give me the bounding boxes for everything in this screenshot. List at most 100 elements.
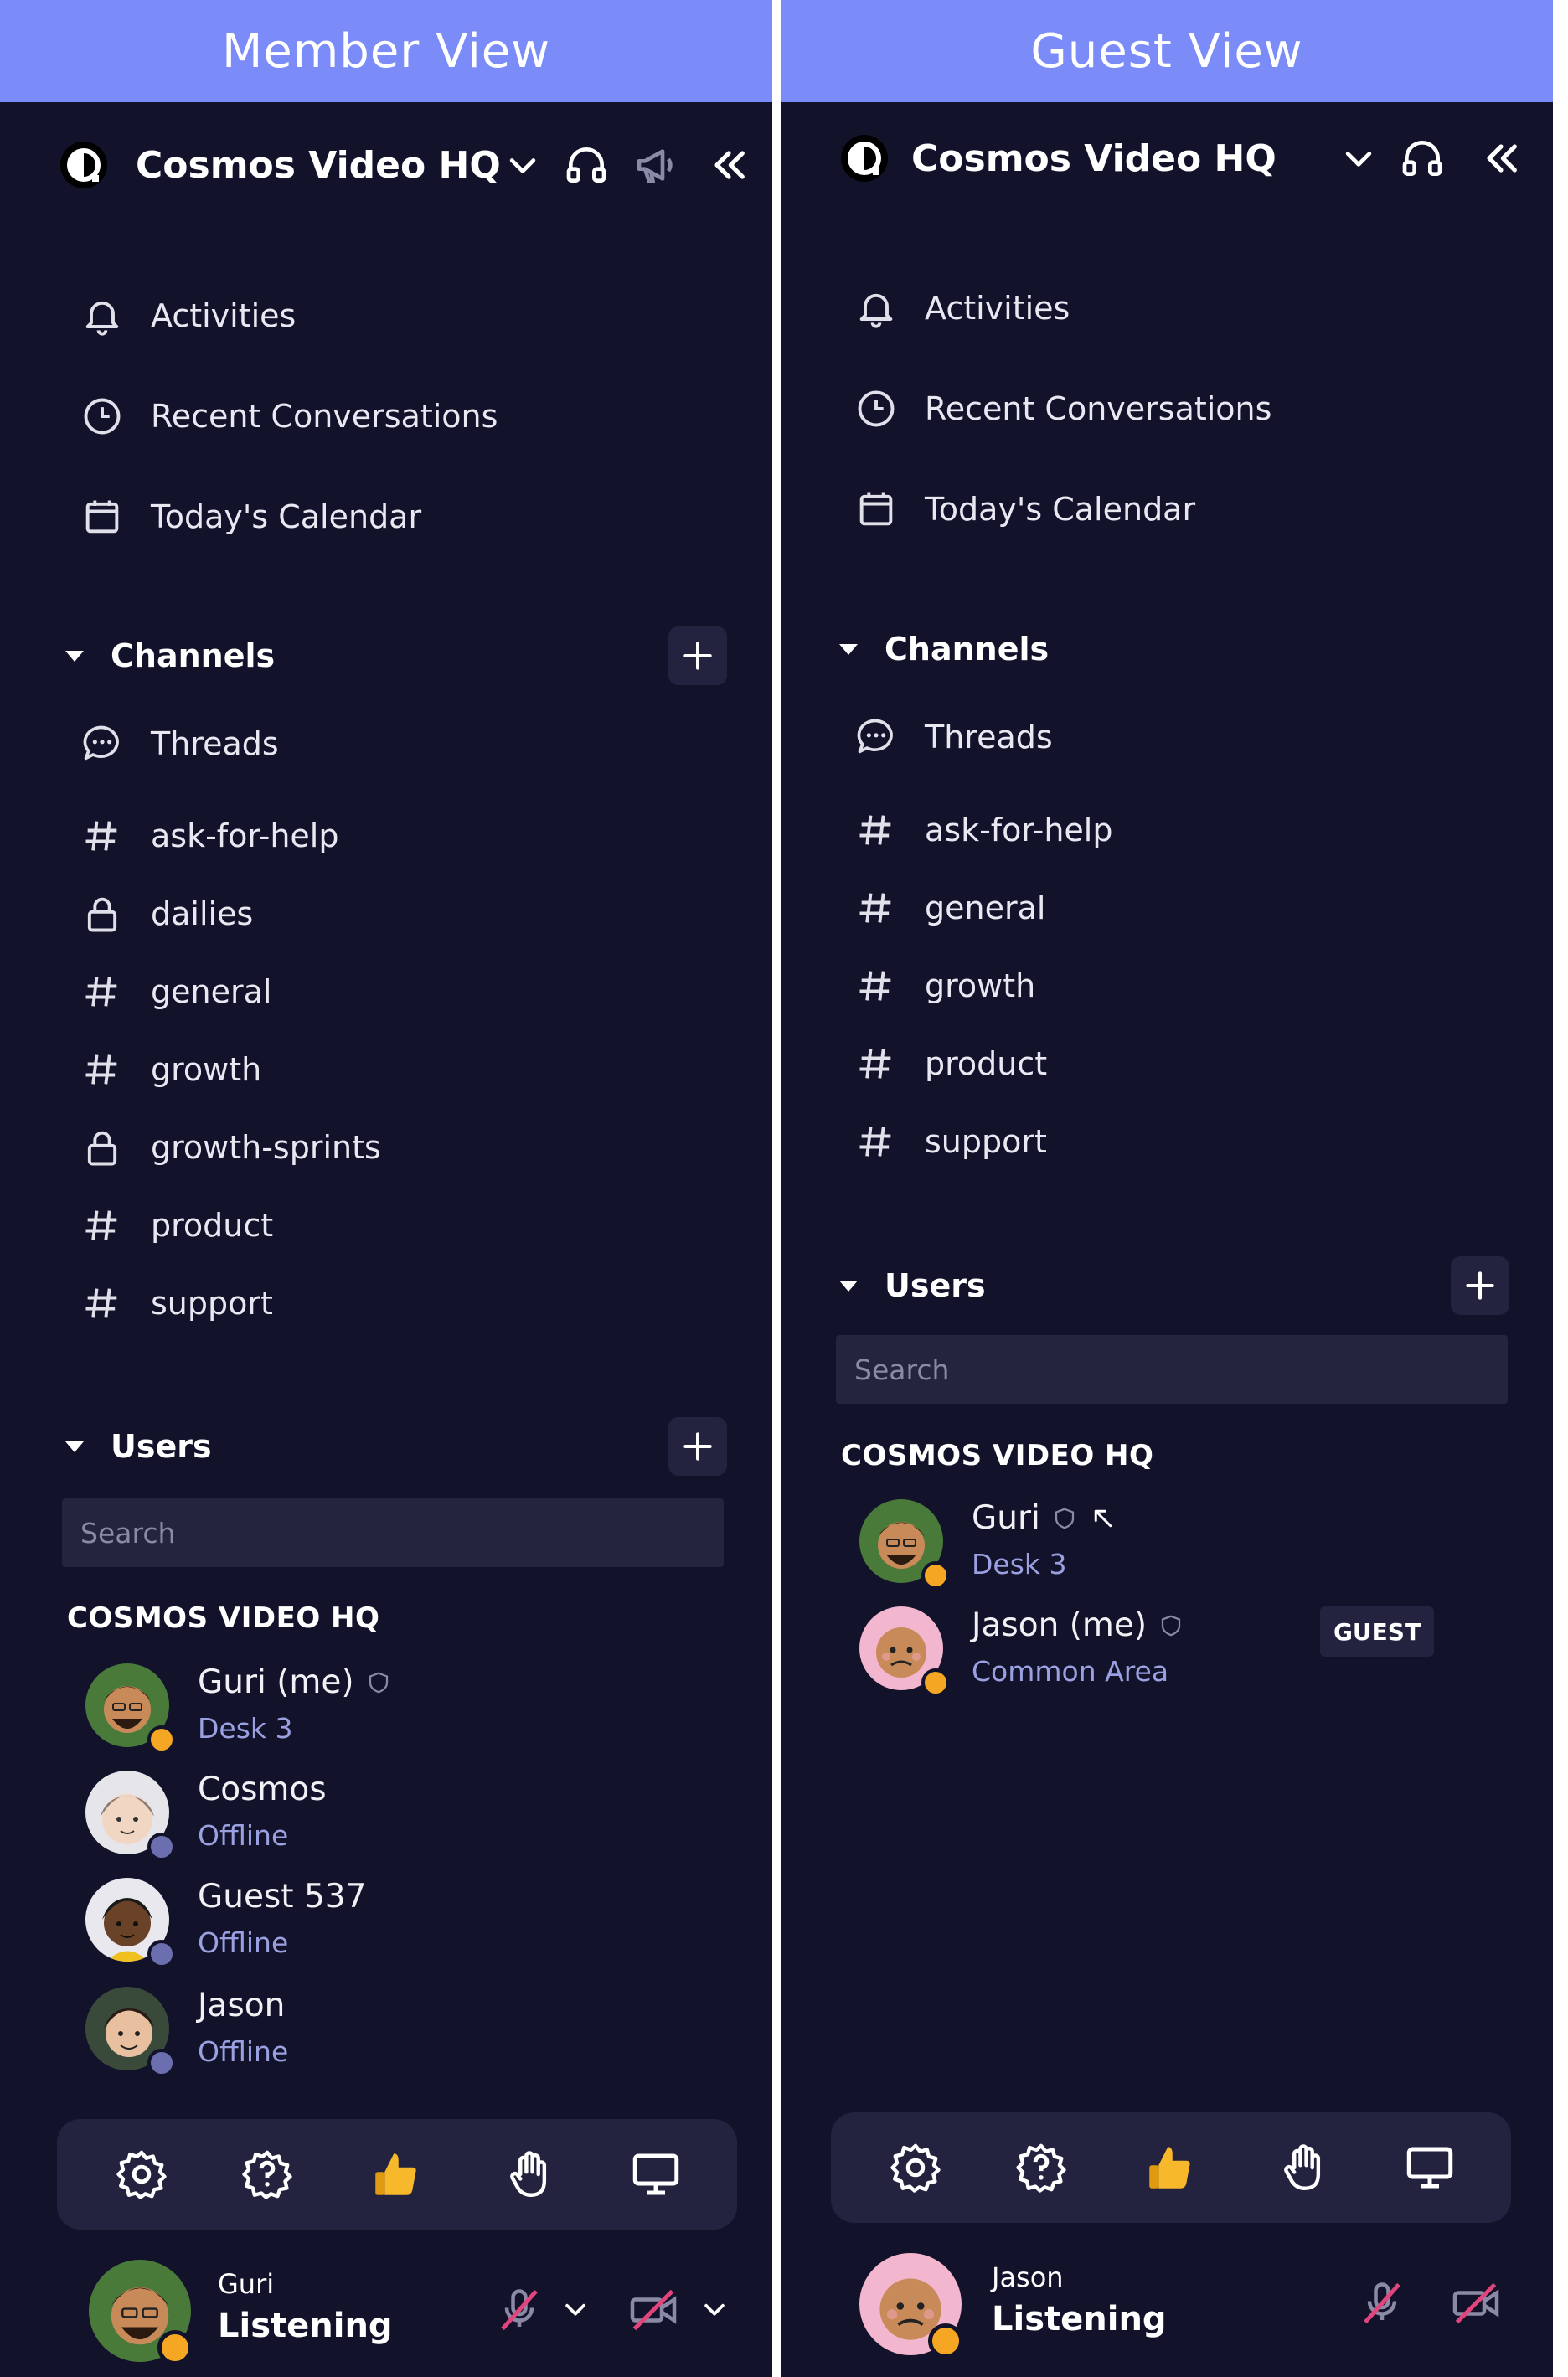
nav-label: Activities <box>151 297 297 334</box>
add-user-button[interactable] <box>1451 1256 1509 1315</box>
channel-threads[interactable]: Threads <box>853 708 1053 766</box>
collapse-icon[interactable] <box>1478 135 1524 182</box>
user-search-input[interactable]: Search <box>836 1335 1508 1404</box>
thumbs-up-icon[interactable] <box>1142 2140 1198 2195</box>
channels-section-toggle[interactable]: Channels <box>65 626 275 685</box>
workspace-name[interactable]: Cosmos Video HQ <box>911 137 1277 180</box>
channel-label: growth-sprints <box>151 1129 381 1166</box>
chevron-down-icon[interactable] <box>561 2295 590 2323</box>
bell-icon <box>853 285 900 332</box>
user-location: Desk 3 <box>198 1712 293 1745</box>
user-name: Guest 537 <box>198 1878 367 1916</box>
view-banner: Guest View <box>781 0 1553 102</box>
channel-general[interactable]: general <box>79 962 271 1021</box>
help-icon[interactable] <box>1014 2140 1069 2195</box>
caret-down-icon <box>839 643 858 655</box>
channel-growth[interactable]: growth <box>853 956 1035 1015</box>
workspace-name[interactable]: Cosmos Video HQ <box>136 144 501 187</box>
current-user-name: Guri <box>218 2268 275 2300</box>
hash-icon <box>853 884 900 931</box>
status-online-dot <box>928 2323 963 2359</box>
camera-off-icon[interactable] <box>1451 2278 1501 2328</box>
hash-icon <box>79 968 126 1015</box>
user-row-jason[interactable]: Jason (me) Common Area GUEST <box>859 1606 1521 1707</box>
nav-todays-calendar[interactable]: Today's Calendar <box>853 480 1195 539</box>
workspace-logo-icon <box>839 133 890 183</box>
nav-activities[interactable]: Activities <box>79 286 296 345</box>
status-online-dot <box>921 1561 950 1590</box>
channel-label: general <box>151 973 272 1010</box>
mic-off-icon[interactable] <box>1357 2278 1407 2328</box>
chevron-down-icon[interactable] <box>504 147 541 183</box>
user-row-jason[interactable]: Jason Offline <box>85 1987 722 2087</box>
users-section-toggle[interactable]: Users <box>839 1256 986 1315</box>
chevron-down-icon[interactable] <box>1340 140 1377 177</box>
channel-support[interactable]: support <box>853 1112 1047 1171</box>
add-channel-button[interactable] <box>668 626 727 685</box>
channel-growth[interactable]: growth <box>79 1040 261 1099</box>
nav-todays-calendar[interactable]: Today's Calendar <box>79 487 421 546</box>
channel-product[interactable]: product <box>853 1034 1047 1093</box>
chevron-down-icon[interactable] <box>700 2295 729 2323</box>
shield-icon <box>1055 1508 1074 1529</box>
channel-ask-for-help[interactable]: ask-for-help <box>79 807 338 865</box>
user-row-guest-537[interactable]: Guest 537 Offline <box>85 1878 722 1978</box>
mic-off-icon[interactable] <box>494 2285 544 2335</box>
channels-section-toggle[interactable]: Channels <box>839 620 1049 678</box>
lock-icon <box>79 890 126 937</box>
channel-dailies[interactable]: dailies <box>79 884 253 943</box>
settings-icon[interactable] <box>114 2147 169 2202</box>
channel-label: product <box>925 1045 1048 1082</box>
nav-label: Today's Calendar <box>925 491 1196 528</box>
user-status: Offline <box>198 1819 289 1852</box>
channel-ask-for-help[interactable]: ask-for-help <box>853 801 1112 859</box>
screen-share-icon[interactable] <box>1402 2140 1457 2195</box>
channels-label: Channels <box>885 631 1050 668</box>
hash-icon <box>853 1040 900 1087</box>
user-row-guri[interactable]: Guri Desk 3 <box>859 1499 1521 1600</box>
status-offline-dot <box>147 2049 176 2077</box>
nav-activities[interactable]: Activities <box>853 279 1070 338</box>
user-group-label: COSMOS VIDEO HQ <box>841 1439 1154 1472</box>
nav-recent-conversations[interactable]: Recent Conversations <box>79 387 498 446</box>
user-search-input[interactable]: Search <box>62 1498 724 1567</box>
raise-hand-icon[interactable] <box>504 2147 560 2202</box>
user-row-cosmos[interactable]: Cosmos Offline <box>85 1771 722 1871</box>
user-location: Desk 3 <box>972 1548 1067 1580</box>
settings-icon[interactable] <box>888 2140 943 2195</box>
lock-icon <box>79 1124 126 1171</box>
add-user-button[interactable] <box>668 1417 727 1476</box>
raise-hand-icon[interactable] <box>1278 2140 1333 2195</box>
user-row-guri[interactable]: Guri (me) Desk 3 <box>85 1663 722 1764</box>
nav-recent-conversations[interactable]: Recent Conversations <box>853 379 1271 438</box>
plus-icon <box>683 642 712 670</box>
nav-label: Activities <box>925 290 1070 327</box>
megaphone-icon[interactable] <box>633 142 680 188</box>
users-section-toggle[interactable]: Users <box>65 1417 212 1476</box>
headphones-icon[interactable] <box>563 142 610 188</box>
camera-off-icon[interactable] <box>628 2285 678 2335</box>
channel-threads[interactable]: Threads <box>79 714 279 773</box>
channel-general[interactable]: general <box>853 879 1045 937</box>
channel-label: growth <box>925 967 1036 1004</box>
user-name: Guri (me) <box>198 1663 391 1701</box>
clock-icon <box>853 385 900 432</box>
headphones-icon[interactable] <box>1399 135 1446 182</box>
workspace-logo-icon <box>59 140 109 190</box>
user-name: Jason (me) <box>972 1606 1184 1644</box>
user-name: Cosmos <box>198 1771 327 1808</box>
thumbs-up-icon[interactable] <box>369 2147 424 2202</box>
channel-label: growth <box>151 1051 262 1088</box>
channel-support[interactable]: support <box>79 1274 273 1333</box>
channel-product[interactable]: product <box>79 1196 273 1255</box>
plus-icon <box>1466 1271 1494 1300</box>
channel-label: Threads <box>151 725 279 762</box>
help-icon[interactable] <box>240 2147 295 2202</box>
screen-share-icon[interactable] <box>628 2147 683 2202</box>
current-user-status[interactable]: Listening <box>218 2307 393 2345</box>
go-to-user-arrow-icon[interactable] <box>1091 1506 1116 1531</box>
channel-growth-sprints[interactable]: growth-sprints <box>79 1118 381 1177</box>
current-user-status[interactable]: Listening <box>992 2300 1167 2338</box>
calendar-icon <box>853 486 900 533</box>
collapse-icon[interactable] <box>705 142 752 188</box>
